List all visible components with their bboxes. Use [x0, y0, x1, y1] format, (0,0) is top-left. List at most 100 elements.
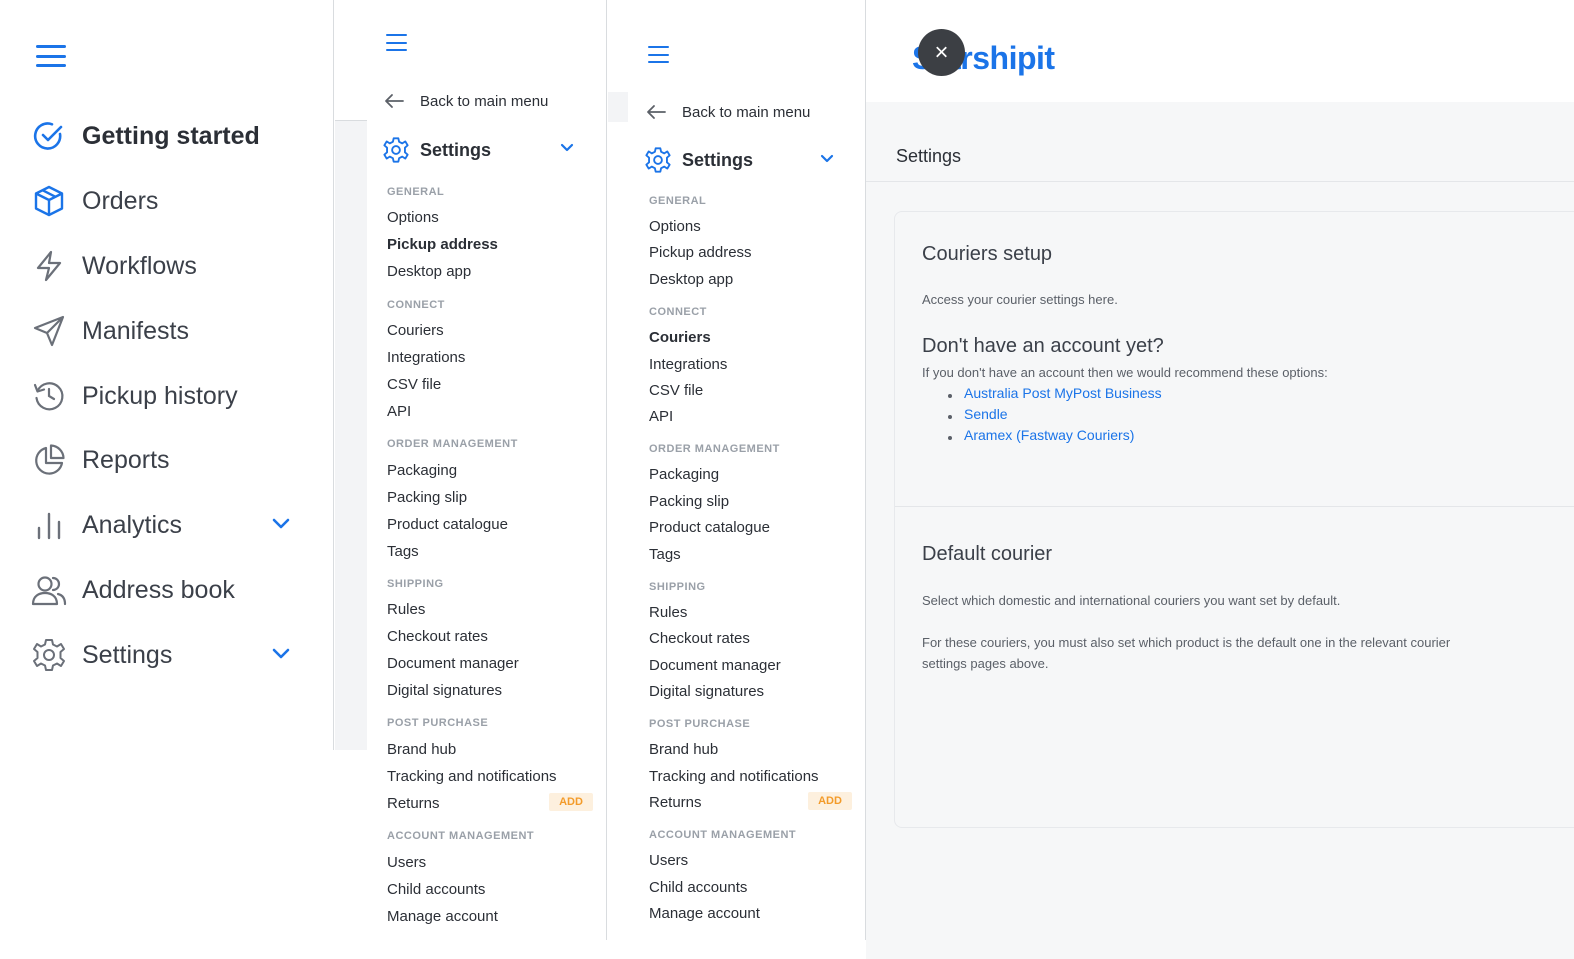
- check-circle-icon: [30, 117, 68, 155]
- link-tags[interactable]: Tags: [387, 543, 419, 560]
- bullet: [948, 394, 952, 398]
- link-child-accounts[interactable]: Child accounts: [649, 879, 747, 896]
- link-packing-slip[interactable]: Packing slip: [649, 493, 729, 510]
- link-checkout-rates[interactable]: Checkout rates: [387, 628, 488, 645]
- close-button[interactable]: ×: [918, 29, 965, 76]
- link-child-accounts[interactable]: Child accounts: [387, 881, 485, 898]
- link-desktop-app[interactable]: Desktop app: [387, 263, 471, 280]
- settings-content-panel: Starshipit × Settings Couriers setup Acc…: [866, 0, 1574, 959]
- link-packaging[interactable]: Packaging: [649, 466, 719, 483]
- menu-item-manifests[interactable]: Manifests: [30, 309, 300, 353]
- menu-item-label: Manifests: [82, 316, 189, 345]
- link-api[interactable]: API: [387, 403, 411, 420]
- chevron-down-icon[interactable]: [560, 143, 574, 153]
- back-label: Back to main menu: [682, 103, 811, 121]
- top-bar: Starshipit ×: [866, 0, 1574, 102]
- couriers-setup-title: Couriers setup: [922, 243, 1053, 265]
- link-australia-post[interactable]: Australia Post MyPost Business: [964, 385, 1162, 401]
- pie-chart-icon: [30, 441, 68, 479]
- link-couriers[interactable]: Couriers: [387, 322, 444, 339]
- link-document-manager[interactable]: Document manager: [387, 655, 519, 672]
- default-courier-desc: Select which domestic and international …: [922, 593, 1341, 608]
- section-order-management: ORDER MANAGEMENT: [387, 438, 518, 450]
- back-to-main-menu-link[interactable]: Back to main menu: [384, 90, 548, 112]
- link-rules[interactable]: Rules: [649, 604, 687, 621]
- link-users[interactable]: Users: [387, 854, 426, 871]
- menu-item-workflows[interactable]: Workflows: [30, 244, 300, 288]
- settings-header[interactable]: Settings: [644, 146, 753, 174]
- page-title: Settings: [896, 146, 962, 166]
- link-returns[interactable]: Returns: [649, 794, 702, 811]
- link-csv-file[interactable]: CSV file: [649, 382, 703, 399]
- link-tags[interactable]: Tags: [649, 546, 681, 563]
- link-brand-hub[interactable]: Brand hub: [387, 741, 456, 758]
- menu-item-label: Analytics: [82, 510, 183, 539]
- gear-icon: [644, 146, 672, 174]
- link-checkout-rates[interactable]: Checkout rates: [649, 630, 750, 647]
- back-label: Back to main menu: [420, 92, 549, 110]
- menu-item-address-book[interactable]: Address book: [30, 568, 300, 612]
- link-returns[interactable]: Returns: [387, 795, 440, 812]
- add-badge[interactable]: ADD: [549, 793, 593, 811]
- section-shipping: SHIPPING: [649, 581, 706, 593]
- link-product-catalogue[interactable]: Product catalogue: [649, 519, 770, 536]
- chevron-down-icon[interactable]: [820, 154, 834, 164]
- paper-plane-icon: [30, 312, 68, 350]
- settings-header[interactable]: Settings: [382, 136, 491, 164]
- link-sendle[interactable]: Sendle: [964, 406, 1008, 422]
- link-pickup-address[interactable]: Pickup address: [387, 236, 498, 253]
- menu-item-settings[interactable]: Settings: [30, 633, 300, 677]
- gear-icon: [382, 136, 410, 164]
- no-account-desc: If you don't have an account then we wou…: [922, 365, 1328, 380]
- link-options[interactable]: Options: [387, 209, 439, 226]
- menu-item-label: Address book: [82, 575, 235, 604]
- link-tracking-notifications[interactable]: Tracking and notifications: [649, 768, 819, 785]
- chevron-down-icon[interactable]: [270, 643, 292, 665]
- menu-item-label: Orders: [82, 186, 159, 215]
- menu-item-pickup-history[interactable]: Pickup history: [30, 374, 300, 418]
- hamburger-menu-icon[interactable]: [386, 34, 407, 51]
- section-general: GENERAL: [387, 186, 445, 198]
- section-shipping: SHIPPING: [387, 578, 444, 590]
- link-manage-account[interactable]: Manage account: [387, 908, 498, 925]
- card-divider: [895, 506, 1574, 507]
- link-pickup-address[interactable]: Pickup address: [649, 244, 752, 261]
- link-packaging[interactable]: Packaging: [387, 462, 457, 479]
- settings-label: Settings: [420, 139, 492, 160]
- link-tracking-notifications[interactable]: Tracking and notifications: [387, 768, 557, 785]
- link-csv-file[interactable]: CSV file: [387, 376, 441, 393]
- menu-item-orders[interactable]: Orders: [30, 179, 300, 223]
- app-root: Getting started Orders Workflows Manifes…: [0, 0, 1574, 959]
- chevron-down-icon[interactable]: [270, 513, 292, 535]
- couriers-setup-desc: Access your courier settings here.: [922, 292, 1118, 307]
- link-users[interactable]: Users: [649, 852, 688, 869]
- link-desktop-app[interactable]: Desktop app: [649, 271, 733, 288]
- menu-item-reports[interactable]: Reports: [30, 438, 300, 482]
- link-couriers[interactable]: Couriers: [649, 329, 711, 346]
- history-icon: [30, 377, 68, 415]
- link-product-catalogue[interactable]: Product catalogue: [387, 516, 508, 533]
- link-brand-hub[interactable]: Brand hub: [649, 741, 718, 758]
- menu-item-label: Workflows: [82, 251, 197, 280]
- menu-item-analytics[interactable]: Analytics: [30, 503, 300, 547]
- link-aramex[interactable]: Aramex (Fastway Couriers): [964, 427, 1134, 443]
- link-options[interactable]: Options: [649, 218, 701, 235]
- section-account-management: ACCOUNT MANAGEMENT: [387, 830, 535, 842]
- back-to-main-menu-link[interactable]: Back to main menu: [646, 101, 810, 123]
- hamburger-menu-icon[interactable]: [648, 46, 669, 63]
- link-manage-account[interactable]: Manage account: [649, 905, 760, 922]
- link-integrations[interactable]: Integrations: [649, 356, 727, 373]
- page-header: Settings: [866, 102, 1574, 182]
- menu-item-label: Reports: [82, 445, 170, 474]
- menu-item-getting-started[interactable]: Getting started: [30, 114, 300, 158]
- link-integrations[interactable]: Integrations: [387, 349, 465, 366]
- link-document-manager[interactable]: Document manager: [649, 657, 781, 674]
- link-packing-slip[interactable]: Packing slip: [387, 489, 467, 506]
- link-api[interactable]: API: [649, 408, 673, 425]
- add-badge[interactable]: ADD: [808, 792, 852, 810]
- link-digital-signatures[interactable]: Digital signatures: [649, 683, 764, 700]
- link-digital-signatures[interactable]: Digital signatures: [387, 682, 502, 699]
- section-connect: CONNECT: [649, 306, 707, 318]
- hamburger-menu-icon[interactable]: [36, 45, 66, 67]
- link-rules[interactable]: Rules: [387, 601, 425, 618]
